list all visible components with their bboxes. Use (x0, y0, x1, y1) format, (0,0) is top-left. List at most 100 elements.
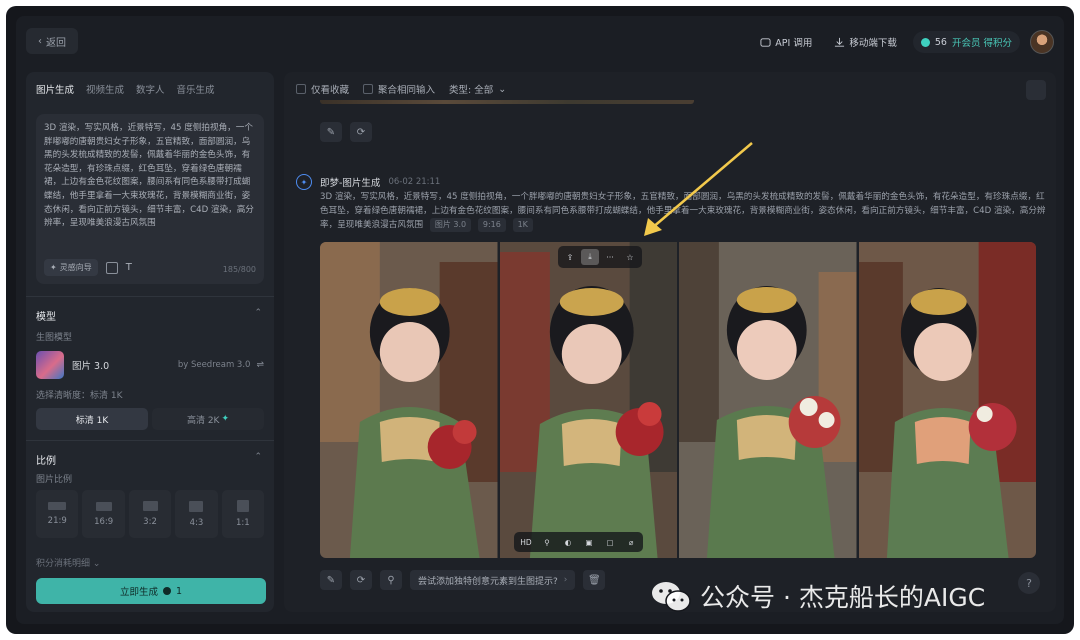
ratio-3-2[interactable]: 3:2 (128, 490, 172, 538)
type-filter-label: 类型: 全部 (449, 85, 494, 96)
image-edit-tools: HD ⚲ ◐ ▣ ▢ ⌀ (514, 532, 643, 552)
divider (26, 296, 274, 297)
magic-wand-icon[interactable]: ⚲ (380, 570, 402, 590)
ratio-1-1[interactable]: 1:1 (221, 490, 265, 538)
generate-label: 立即生成 (119, 587, 158, 598)
quality-2k-label: 高清 2K (186, 415, 220, 426)
mobile-download-button[interactable]: 移动端下载 (828, 31, 903, 53)
expand-icon[interactable]: ▣ (580, 535, 598, 549)
filter-bar: 仅看收藏 聚合相同输入 类型: 全部 ⌄ (296, 82, 506, 96)
hd-upscale-button[interactable]: HD (517, 535, 535, 549)
chevron-down-icon: ⌄ (92, 559, 101, 569)
tag-ratio: 9:16 (477, 218, 506, 232)
mobile-label: 移动端下载 (849, 38, 897, 49)
prompt-input[interactable]: 3D 渲染，写实风格，近景特写，45 度侧拍视角，一个胖嘟嘟的唐朝贵妇女子形象，… (36, 114, 264, 284)
edit-icon[interactable]: ✎ (320, 122, 342, 142)
ratio-shape (236, 500, 249, 512)
ratio-options: 21:9 16:9 3:2 4:3 1:1 (36, 490, 265, 538)
suggestion-chip[interactable]: 尝试添加独特创意元素到生图提示? › (410, 570, 576, 590)
window-frame: ‹ 返回 API 调用 移动端下载 56 开会员 得积分 图片生成 视频生成 数… (6, 6, 1074, 634)
ratio-shape (48, 502, 67, 510)
crop-icon[interactable]: ▢ (601, 535, 619, 549)
favorites-only-checkbox[interactable]: 仅看收藏 (296, 82, 349, 96)
ratio-label: 1:1 (235, 518, 250, 528)
tag-model: 图片 3.0 (429, 218, 472, 232)
generate-cost: 1 (175, 585, 183, 597)
tab-digital-human[interactable]: 数字人 (136, 82, 165, 96)
watermark: 公众号 · 杰克船长的AIGC (650, 578, 985, 614)
erase-icon[interactable]: ◐ (559, 535, 577, 549)
model-name: 图片 3.0 (72, 361, 110, 372)
quality-1k-button[interactable]: 标清 1K (36, 408, 148, 430)
top-bar: ‹ 返回 API 调用 移动端下载 56 开会员 得积分 (16, 16, 1064, 68)
credits-pill[interactable]: 56 开会员 得积分 (912, 31, 1020, 53)
ratio-shape (189, 500, 204, 512)
wechat-logo-icon (652, 582, 691, 612)
reference-image-icon[interactable] (105, 261, 118, 274)
ratio-shape (142, 501, 158, 511)
generate-button[interactable]: 立即生成 1 (36, 578, 266, 604)
results-panel: 仅看收藏 聚合相同输入 类型: 全部 ⌄ ✎ ⟳ ✦ 即梦-图片生成 06-02 … (284, 72, 1056, 612)
previous-actions: ✎ ⟳ (320, 122, 372, 142)
image-hover-toolbar: ⇪ ⤓ ··· ☆ (558, 246, 642, 268)
share-icon[interactable]: ⇪ (561, 249, 579, 265)
ratio-16-9[interactable]: 16:9 (82, 490, 125, 538)
chevron-right-icon: › (563, 575, 568, 585)
regenerate-icon[interactable]: ⟳ (350, 570, 372, 590)
generation-prompt-text: 3D 渲染，写实风格，近景特写，45 度侧拍视角，一个胖嘟嘟的唐朝贵妇女子形象，… (320, 192, 1046, 230)
tab-video[interactable]: 视频生成 (86, 82, 124, 96)
star-icon[interactable]: ☆ (621, 249, 639, 265)
image-render (858, 242, 1036, 558)
help-icon[interactable]: ? (1018, 572, 1040, 594)
prompt-text[interactable]: 3D 渲染，写实风格，近景特写，45 度侧拍视角，一个胖嘟嘟的唐朝贵妇女子形象，… (44, 122, 256, 231)
ratio-label: 16:9 (94, 516, 114, 527)
delete-icon[interactable]: 🗑 (583, 570, 606, 590)
download-icon[interactable]: ⤓ (581, 249, 599, 265)
previous-result-thumbnail (320, 100, 694, 104)
app: ‹ 返回 API 调用 移动端下载 56 开会员 得积分 图片生成 视频生成 数… (16, 16, 1064, 624)
ratio-21-9[interactable]: 21:9 (36, 490, 79, 538)
regenerate-icon[interactable]: ⟳ (350, 122, 372, 142)
settings-icon[interactable]: ⇌ (256, 360, 264, 370)
generated-image-4[interactable] (858, 242, 1036, 558)
back-label: 返回 (46, 37, 66, 49)
ratio-section-title: 比例 (36, 456, 56, 467)
api-label: API 调用 (775, 38, 813, 49)
tab-image[interactable]: 图片生成 (36, 82, 74, 96)
char-count: 185/800 (222, 265, 256, 274)
group-same-input-checkbox[interactable]: 聚合相同输入 (363, 82, 435, 96)
generated-image-2[interactable] (499, 242, 677, 558)
ratio-label: 4:3 (189, 517, 204, 528)
type-filter-dropdown[interactable]: 类型: 全部 ⌄ (449, 82, 506, 97)
generation-header: ✦ 即梦-图片生成 06-02 21:11 (296, 174, 440, 190)
ratio-4-3[interactable]: 4:3 (175, 490, 218, 538)
chevron-up-icon[interactable]: ⌃ (254, 308, 262, 318)
generated-image-1[interactable] (320, 242, 498, 558)
edit-icon[interactable]: ✎ (320, 570, 342, 590)
model-section-title: 模型 (36, 312, 56, 323)
chevron-up-icon[interactable]: ⌃ (254, 452, 262, 462)
inspire-button[interactable]: ✦ 灵感向导 (44, 259, 98, 276)
vip-link[interactable]: 开会员 得积分 (952, 35, 1012, 49)
image-render (679, 242, 857, 558)
sparkle-icon: ✦ (50, 263, 57, 272)
credit-icon (920, 37, 930, 47)
cost-detail-toggle[interactable]: 积分消耗明细 ⌄ (36, 556, 100, 569)
checkbox-box (296, 84, 306, 94)
magic-wand-icon[interactable]: ⚲ (538, 535, 556, 549)
avatar[interactable] (1030, 30, 1054, 54)
tab-music[interactable]: 音乐生成 (177, 82, 215, 96)
text-format-icon[interactable]: T (126, 262, 132, 273)
folder-icon[interactable] (1026, 80, 1046, 100)
generated-image-3[interactable] (679, 242, 857, 558)
back-button[interactable]: ‹ 返回 (26, 28, 78, 54)
api-button[interactable]: API 调用 (754, 31, 818, 53)
model-by: by Seedream 3.0 (177, 360, 251, 370)
model-selector[interactable]: 图片 3.0 by Seedream 3.0 ⇌ (36, 350, 264, 380)
more-icon[interactable]: ··· (601, 249, 619, 265)
model-sub-label: 生图模型 (36, 333, 73, 343)
group-same-input-label: 聚合相同输入 (378, 85, 436, 96)
quality-2k-button[interactable]: 高清 2K ✦ (152, 408, 264, 430)
attach-icon[interactable]: ⌀ (622, 535, 640, 549)
ratio-label: 21:9 (47, 516, 67, 526)
